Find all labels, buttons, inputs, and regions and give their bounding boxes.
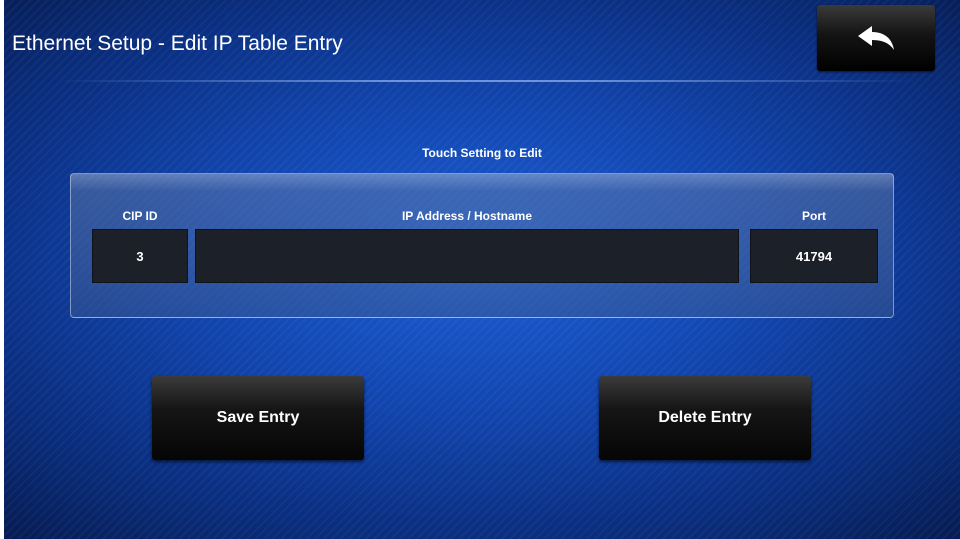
page-title: Ethernet Setup - Edit IP Table Entry	[12, 32, 343, 55]
title-divider	[56, 80, 916, 82]
back-button[interactable]	[817, 5, 935, 71]
screen: Ethernet Setup - Edit IP Table Entry Tou…	[4, 0, 960, 539]
save-entry-button[interactable]: Save Entry	[152, 376, 364, 460]
column-header-ip-address: IP Address / Hostname	[401, 209, 533, 223]
ip-address-field[interactable]	[195, 229, 739, 283]
column-header-port: Port	[802, 209, 826, 223]
cip-id-field[interactable]: 3	[92, 229, 188, 283]
instruction-label: Touch Setting to Edit	[422, 146, 542, 160]
port-field[interactable]: 41794	[750, 229, 878, 283]
column-header-cip-id: CIP ID	[122, 209, 158, 223]
delete-entry-button[interactable]: Delete Entry	[599, 376, 811, 460]
back-arrow-icon	[858, 26, 894, 50]
